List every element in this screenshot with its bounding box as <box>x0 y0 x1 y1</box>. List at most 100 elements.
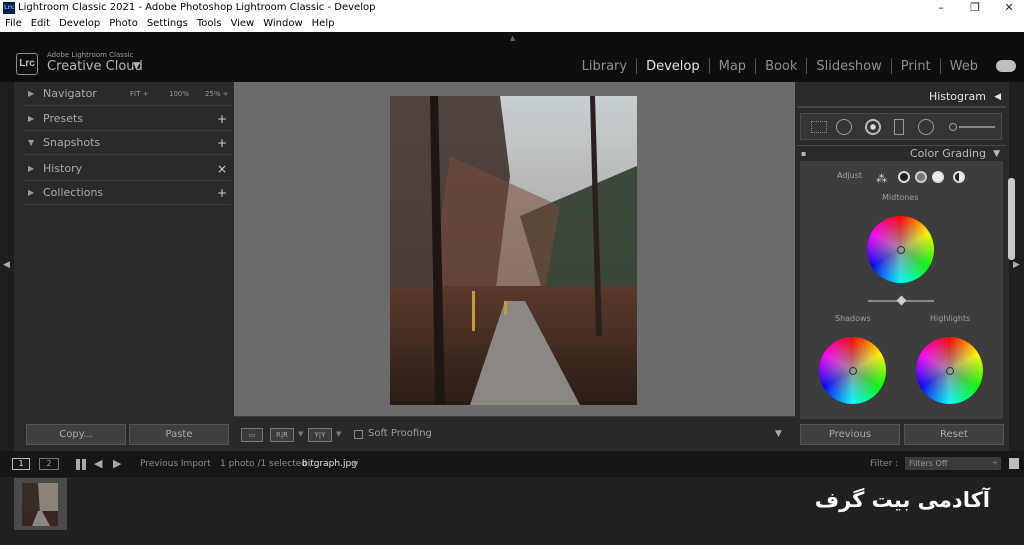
menu-file[interactable]: File <box>0 16 26 32</box>
nav-25[interactable]: 25% ÷ <box>205 82 229 106</box>
loupe-view-icon[interactable]: ▭ <box>241 428 263 442</box>
nav-100[interactable]: 100% <box>169 82 189 106</box>
midtones-slider-handle[interactable] <box>896 295 907 306</box>
before-after-copy-icon[interactable]: Y|Y <box>308 428 332 442</box>
maximize-button[interactable]: ❐ <box>960 0 990 16</box>
module-develop[interactable]: Develop <box>637 59 709 74</box>
collapse-triangle-icon: ▶ <box>28 188 35 197</box>
histogram-label: Histogram <box>928 90 986 103</box>
back-arrow-icon[interactable]: ◀ <box>94 451 102 477</box>
filter-select[interactable]: Filters Off ÷ <box>905 457 1001 470</box>
color-grading-header[interactable]: ▪ Color Grading ▼ <box>797 145 1006 161</box>
title-bar: Lrc Lightroom Classic 2021 - Adobe Photo… <box>0 0 1024 16</box>
copy-button[interactable]: Copy... <box>26 424 126 445</box>
collections-section[interactable]: ▶ Collections + <box>24 181 231 205</box>
soft-proofing-checkbox[interactable] <box>354 430 363 439</box>
photo-preview[interactable] <box>390 96 637 405</box>
history-label: History <box>43 162 83 175</box>
forward-arrow-icon[interactable]: ▶ <box>113 451 121 477</box>
menu-settings[interactable]: Settings <box>142 16 192 32</box>
module-web[interactable]: Web <box>941 59 987 74</box>
right-panel-edge[interactable]: ▶ <box>1009 82 1024 451</box>
shadows-wheel-handle[interactable] <box>848 366 857 375</box>
collapse-triangle-icon: ▶ <box>28 114 35 123</box>
shadows-wheel[interactable] <box>819 337 886 404</box>
main-window-button[interactable]: 1 <box>12 458 30 470</box>
navigator-section[interactable]: ▶ Navigator FIT ÷ 100% 25% ÷ <box>24 82 231 106</box>
right-panel-toggle-icon[interactable]: ▶ <box>1013 260 1020 270</box>
menu-view[interactable]: View <box>225 16 258 32</box>
module-slideshow[interactable]: Slideshow <box>807 59 890 74</box>
add-preset-icon[interactable]: + <box>217 107 227 131</box>
filter-value: Filters Off <box>909 459 948 468</box>
right-panel-scrollbar[interactable] <box>1008 178 1015 260</box>
secondary-window-button[interactable]: 2 <box>39 458 59 470</box>
menu-edit[interactable]: Edit <box>26 16 54 32</box>
three-way-icon[interactable]: ⁂ <box>876 172 887 185</box>
brush-slider[interactable] <box>959 126 995 128</box>
cloud-sync-icon[interactable] <box>996 60 1016 72</box>
midtones-icon[interactable] <box>915 171 927 183</box>
left-panel-toggle-icon[interactable]: ◀ <box>3 260 10 270</box>
midtones-wheel-handle[interactable] <box>896 245 905 254</box>
midtones-wheel[interactable] <box>867 216 934 283</box>
module-picker: Library Develop Map Book Slideshow Print… <box>573 57 1024 75</box>
history-section[interactable]: ▶ History × <box>24 157 231 181</box>
minimize-button[interactable]: – <box>926 0 956 16</box>
previous-button[interactable]: Previous <box>800 424 900 445</box>
menu-develop[interactable]: Develop <box>54 16 104 32</box>
crop-tool-icon[interactable] <box>811 121 827 133</box>
module-print[interactable]: Print <box>892 59 940 74</box>
menu-help[interactable]: Help <box>307 16 339 32</box>
menu-tools[interactable]: Tools <box>192 16 226 32</box>
expand-icon[interactable]: ▼ <box>993 146 1000 162</box>
filter-lock-icon[interactable] <box>1009 458 1019 469</box>
menu-photo[interactable]: Photo <box>104 16 142 32</box>
menu-window[interactable]: Window <box>258 16 306 32</box>
left-panel-edge[interactable]: ◀ <box>0 82 14 451</box>
paste-button[interactable]: Paste <box>129 424 229 445</box>
module-book[interactable]: Book <box>756 59 806 74</box>
color-grading-label: Color Grading <box>910 147 986 160</box>
shadows-icon[interactable] <box>898 171 910 183</box>
collapse-icon[interactable]: ◀ <box>994 86 1001 108</box>
highlights-wheel-handle[interactable] <box>945 366 954 375</box>
presets-section[interactable]: ▶ Presets + <box>24 107 231 131</box>
source-label[interactable]: Previous Import <box>140 451 211 477</box>
filmstrip-thumbnail[interactable] <box>22 483 58 526</box>
filename-dropdown-icon[interactable]: ▼ <box>353 451 358 477</box>
watermark-text: آکادمی بیت گرف <box>814 488 990 512</box>
filename-label[interactable]: bitgraph.jpg <box>302 451 357 477</box>
graduated-filter-icon[interactable] <box>894 119 904 135</box>
identity-dropdown-icon[interactable]: ▼ <box>133 61 140 71</box>
radial-filter-icon[interactable] <box>918 119 934 135</box>
copy-settings-dropdown-icon[interactable]: ▼ <box>336 430 341 438</box>
highlights-icon[interactable] <box>932 171 944 183</box>
before-after-dropdown-icon[interactable]: ▼ <box>298 430 303 438</box>
panel-switch-icon[interactable]: ▪ <box>801 146 806 162</box>
collapse-top-panel-icon[interactable]: ▲ <box>510 34 515 42</box>
toolbar-options-icon[interactable]: ▼ <box>775 429 782 439</box>
adjustment-brush-icon[interactable] <box>949 123 957 131</box>
before-after-icon[interactable]: R|R <box>270 428 294 442</box>
module-map[interactable]: Map <box>710 59 755 74</box>
spot-removal-icon[interactable] <box>836 119 852 135</box>
add-collection-icon[interactable]: + <box>217 181 227 205</box>
presets-label: Presets <box>43 112 84 125</box>
clear-history-icon[interactable]: × <box>217 157 227 181</box>
grid-view-icon[interactable] <box>76 459 87 470</box>
snapshots-section[interactable]: ▼ Snapshots + <box>24 131 231 155</box>
reset-button[interactable]: Reset <box>904 424 1004 445</box>
global-icon[interactable] <box>953 171 965 183</box>
add-snapshot-icon[interactable]: + <box>217 131 227 155</box>
histogram-header[interactable]: Histogram ◀ <box>797 86 1006 108</box>
identity-name[interactable]: Creative Cloud <box>47 59 143 74</box>
nav-fit[interactable]: FIT ÷ <box>130 82 148 106</box>
highlights-wheel[interactable] <box>916 337 983 404</box>
snapshots-label: Snapshots <box>43 136 101 149</box>
close-button[interactable]: ✕ <box>994 0 1024 16</box>
red-eye-icon[interactable] <box>865 119 881 135</box>
shadows-label: Shadows <box>835 314 871 323</box>
module-library[interactable]: Library <box>573 59 636 74</box>
window-title: Lightroom Classic 2021 - Adobe Photoshop… <box>18 2 376 13</box>
